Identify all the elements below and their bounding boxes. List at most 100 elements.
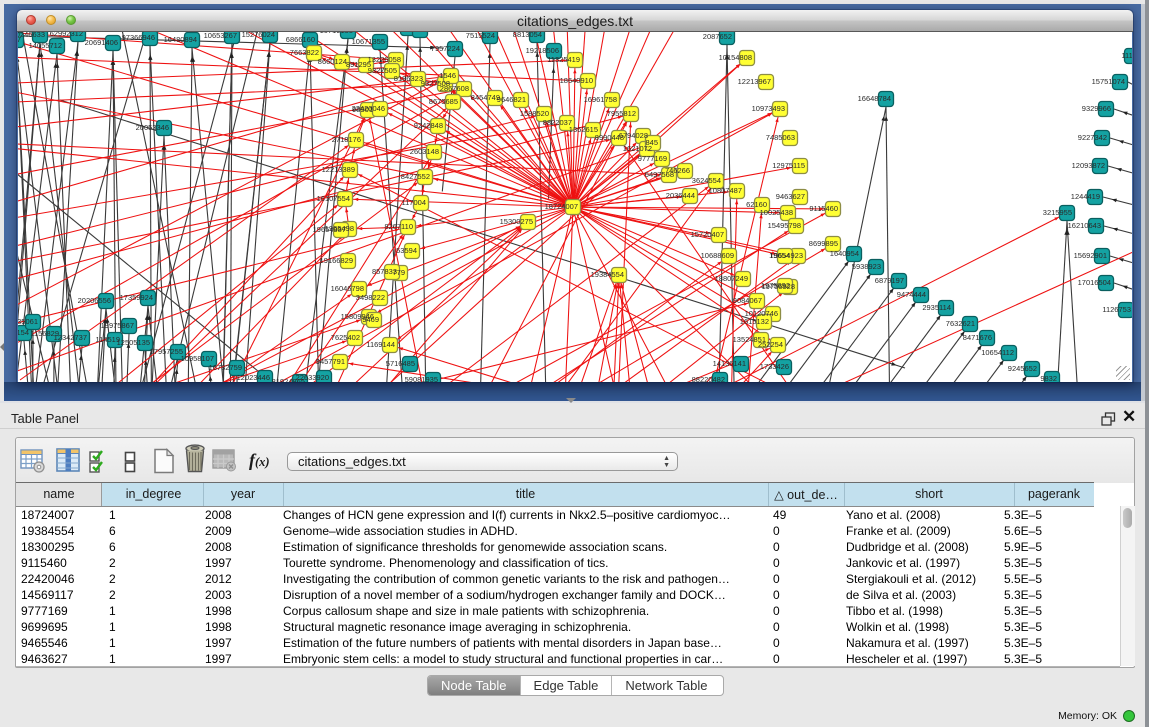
svg-text:8813054: 8813054 [513,32,542,39]
svg-text:18640910: 18640910 [560,76,593,85]
svg-text:8454749: 8454749 [471,93,500,102]
svg-text:19384554: 19384554 [591,270,624,279]
svg-text:8186323: 8186323 [394,74,423,83]
svg-text:10958107: 10958107 [181,354,214,363]
svg-text:16782759: 16782759 [209,363,242,372]
svg-text:7515524: 7515524 [466,32,495,40]
svg-text:3498222: 3498222 [356,293,385,302]
svg-text:1546: 1546 [439,71,456,80]
svg-text:8660124: 8660124 [318,57,347,66]
svg-text:15692901: 15692901 [1074,251,1107,260]
svg-text:97366946: 97366946 [122,33,155,42]
svg-text:9329966: 9329966 [1082,104,1111,113]
svg-text:10653267: 10653267 [204,32,237,40]
svg-text:19654987: 19654987 [313,225,346,234]
svg-text:17957255: 17957255 [150,347,183,356]
svg-text:9245652: 9245652 [1008,364,1037,373]
svg-text:1640954: 1640954 [830,249,859,258]
svg-text:3215955: 3215955 [1043,208,1072,217]
svg-text:14055712: 14055712 [29,41,62,50]
svg-text:9832: 9832 [1040,374,1057,382]
svg-text:8471676: 8471676 [963,333,992,342]
svg-text:1615132: 1615132 [740,317,769,326]
svg-text:7625402: 7625402 [331,333,360,342]
svg-text:20691406: 20691406 [85,38,118,47]
svg-text:15300275: 15300275 [500,217,533,226]
svg-text:62992312: 62992312 [50,32,83,38]
svg-text:12023446: 12023446 [237,373,270,382]
svg-text:19654: 19654 [769,251,790,260]
svg-text:1169144: 1169144 [366,340,395,349]
svg-text:1435061: 1435061 [18,317,38,326]
svg-text:59081935: 59081935 [405,375,438,382]
svg-text:16648784: 16648784 [858,94,891,103]
svg-text:9084067: 9084067 [733,296,762,305]
svg-text:857833: 857833 [372,267,397,276]
svg-text:2603148: 2603148 [410,147,439,156]
svg-text:6879197: 6879197 [875,276,904,285]
svg-text:2867608: 2867608 [440,84,469,93]
svg-text:16107554: 16107554 [317,194,350,203]
svg-text:9227342: 9227342 [1078,133,1107,142]
svg-text:1362615: 1362615 [569,125,598,134]
svg-text:8822037: 8822037 [543,118,572,127]
svg-text:19975867: 19975867 [101,321,134,330]
svg-text:1244419: 1244419 [1071,192,1100,201]
svg-text:845: 845 [645,138,658,147]
svg-text:17359924: 17359924 [120,293,153,302]
svg-text:10973493: 10973493 [752,104,785,113]
svg-text:5938923: 5938923 [852,262,881,271]
svg-text:9777169: 9777169 [638,154,667,163]
svg-text:12213389: 12213389 [322,165,355,174]
svg-text:2036444: 2036444 [666,191,695,200]
svg-text:15495798: 15495798 [768,221,801,230]
svg-text:2087652: 2087652 [703,32,732,41]
svg-text:12342737: 12342737 [54,333,87,342]
svg-text:10154808: 10154808 [719,53,752,62]
svg-text:10688609: 10688609 [701,251,734,260]
svg-text:7663822: 7663822 [290,48,319,57]
svg-text:10807487: 10807487 [709,186,742,195]
svg-text:18807249: 18807249 [715,274,748,283]
svg-text:16033809: 16033809 [392,32,425,34]
svg-text:13226058: 13226058 [368,55,401,64]
svg-text:22420046: 22420046 [352,104,385,113]
svg-text:53594: 53594 [396,246,417,255]
svg-text:15720407: 15720407 [691,230,724,239]
svg-text:9646821: 9646821 [497,95,526,104]
svg-text:20206556: 20206556 [78,296,111,305]
svg-text:19218506: 19218506 [526,46,559,55]
svg-text:16480894: 16480894 [164,35,197,44]
svg-text:16046798: 16046798 [331,284,364,293]
svg-text:11325419: 11325419 [547,55,580,64]
svg-text:7955812: 7955812 [607,109,636,118]
svg-text:12505135: 12505135 [117,338,150,347]
svg-text:117004: 117004 [402,198,426,207]
svg-text:9463627: 9463627 [776,192,805,201]
svg-text:10025438: 10025438 [760,208,793,217]
svg-text:10719155: 10719155 [320,32,353,35]
svg-text:9474444: 9474444 [897,290,926,299]
svg-text:252254: 252254 [758,340,783,349]
svg-text:10671355: 10671355 [352,37,385,46]
svg-text:39154: 39154 [18,328,29,337]
svg-text:5716485: 5716485 [386,359,415,368]
svg-text:20053346: 20053346 [136,123,169,132]
svg-text:2935114: 2935114 [922,303,951,312]
svg-text:30246633: 30246633 [18,32,45,39]
svg-text:6866160: 6866160 [286,35,315,44]
svg-text:3624554: 3624554 [692,176,721,185]
svg-text:8427552: 8427552 [401,172,430,181]
svg-text:746266: 746266 [665,166,690,175]
svg-text:7957224: 7957224 [431,44,460,53]
svg-text:9469: 9469 [362,315,379,324]
svg-text:17016504: 17016504 [1078,278,1111,287]
svg-text:9457791: 9457791 [316,357,345,366]
svg-text:12975115: 12975115 [772,161,805,170]
svg-text:1126753: 1126753 [1102,305,1131,314]
svg-text:9115460: 9115460 [809,204,838,213]
svg-text:12093872: 12093872 [1072,161,1105,170]
svg-text:22633920: 22633920 [296,373,329,382]
svg-text:16210643: 16210643 [1068,221,1101,230]
svg-text:6794028: 6794028 [619,131,648,140]
